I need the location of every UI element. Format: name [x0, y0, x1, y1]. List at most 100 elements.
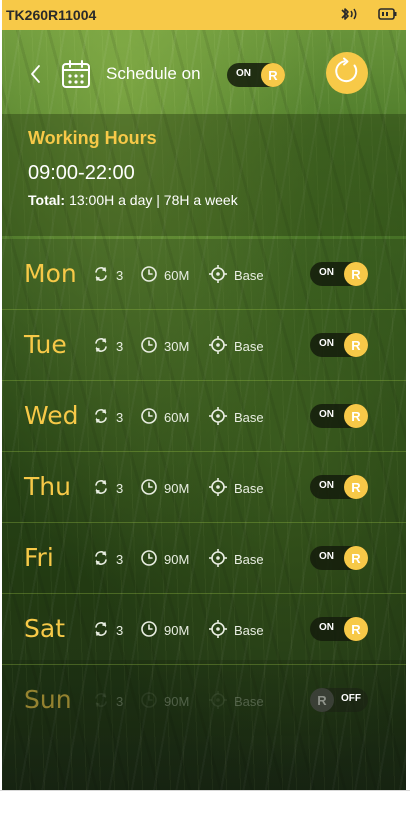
- toggle-knob: R: [344, 333, 368, 357]
- header: Schedule on ON R: [2, 52, 406, 96]
- day-row-thu[interactable]: Thu 3 90M Base ON R: [2, 452, 406, 523]
- repeat-count: 3: [116, 551, 124, 567]
- back-button[interactable]: [24, 60, 46, 88]
- repeat-stat: 3: [92, 620, 123, 640]
- day-toggle[interactable]: ON R: [310, 333, 368, 357]
- day-toggle[interactable]: ON R: [310, 475, 368, 499]
- duration-value: 60M: [164, 409, 190, 425]
- target-icon: [208, 548, 228, 571]
- day-row-wed[interactable]: Wed 3 60M Base ON R: [2, 381, 406, 452]
- duration-stat: 60M: [140, 265, 189, 285]
- repeat-stat: 3: [92, 265, 123, 285]
- repeat-icon: [92, 620, 110, 641]
- day-row-sun[interactable]: Sun 3 90M Base OFF R: [2, 665, 406, 736]
- clock-icon: [140, 336, 158, 357]
- duration-value: 90M: [164, 693, 190, 709]
- day-name: Sun: [24, 685, 72, 714]
- duration-value: 90M: [164, 480, 190, 496]
- day-name: Wed: [24, 401, 79, 430]
- repeat-icon: [92, 265, 110, 286]
- repeat-icon: [92, 336, 110, 357]
- zone-stat: Base: [208, 477, 264, 500]
- schedule-screen: TK260R11004 Schedule on ON R Working Hou…: [2, 0, 406, 790]
- calendar-icon: [60, 58, 92, 95]
- duration-stat: 90M: [140, 620, 189, 640]
- repeat-icon: [92, 407, 110, 428]
- repeat-stat: 3: [92, 478, 123, 498]
- chevron-left-icon: [24, 65, 46, 92]
- status-bar: TK260R11004: [2, 0, 406, 30]
- device-id: TK260R11004: [6, 7, 97, 23]
- duration-stat: 30M: [140, 336, 189, 356]
- toggle-label: ON: [319, 551, 334, 562]
- toggle-label: ON: [319, 480, 334, 491]
- toggle-knob: R: [344, 546, 368, 570]
- repeat-count: 3: [116, 480, 124, 496]
- clock-icon: [140, 691, 158, 712]
- zone-stat: Base: [208, 690, 264, 713]
- target-icon: [208, 690, 228, 713]
- day-toggle[interactable]: ON R: [310, 262, 368, 286]
- day-row-mon[interactable]: Mon 3 60M Base ON R: [2, 239, 406, 310]
- repeat-count: 3: [116, 622, 124, 638]
- repeat-count: 3: [116, 693, 124, 709]
- repeat-stat: 3: [92, 691, 123, 711]
- day-toggle[interactable]: ON R: [310, 546, 368, 570]
- day-row-tue[interactable]: Tue 3 30M Base ON R: [2, 310, 406, 381]
- toggle-knob: R: [344, 475, 368, 499]
- repeat-count: 3: [116, 409, 124, 425]
- toggle-label: ON: [319, 622, 334, 633]
- repeat-stat: 3: [92, 336, 123, 356]
- repeat-count: 3: [116, 267, 124, 283]
- bluetooth-audio-icon: [338, 6, 360, 25]
- day-name: Sat: [24, 614, 65, 643]
- zone-stat: Base: [208, 548, 264, 571]
- zone-value: Base: [234, 409, 264, 425]
- schedule-toggle[interactable]: ON R: [227, 63, 285, 87]
- repeat-icon: [92, 691, 110, 712]
- divider: [0, 790, 410, 791]
- day-toggle[interactable]: ON R: [310, 404, 368, 428]
- toggle-knob: R: [344, 404, 368, 428]
- refresh-button[interactable]: [326, 52, 368, 94]
- status-icons: [338, 6, 398, 25]
- duration-value: 90M: [164, 622, 190, 638]
- repeat-icon: [92, 549, 110, 570]
- day-schedule-list: Mon 3 60M Base ON R Tue 3 30M Base ON R Wed 3 60M Base O…: [2, 239, 406, 736]
- zone-stat: Base: [208, 406, 264, 427]
- day-name: Tue: [24, 330, 67, 359]
- day-row-fri[interactable]: Fri 3 90M Base ON R: [2, 523, 406, 594]
- clock-icon: [140, 407, 158, 428]
- clock-icon: [140, 549, 158, 570]
- refresh-icon: [332, 56, 362, 91]
- day-toggle[interactable]: OFF R: [310, 688, 368, 712]
- total-value: 13:00H a day | 78H a week: [69, 192, 238, 208]
- duration-stat: 60M: [140, 407, 189, 427]
- target-icon: [208, 477, 228, 500]
- day-row-sat[interactable]: Sat 3 90M Base ON R: [2, 594, 406, 665]
- battery-icon: [378, 7, 398, 24]
- target-icon: [208, 619, 228, 642]
- toggle-label: ON: [319, 338, 334, 349]
- day-toggle[interactable]: ON R: [310, 617, 368, 641]
- repeat-count: 3: [116, 338, 124, 354]
- zone-stat: Base: [208, 264, 264, 285]
- zone-value: Base: [234, 480, 264, 496]
- toggle-knob: R: [261, 63, 285, 87]
- working-hours-panel[interactable]: Working Hours 09:00-22:00 Total: 13:00H a…: [2, 114, 406, 236]
- repeat-stat: 3: [92, 407, 123, 427]
- zone-value: Base: [234, 693, 264, 709]
- toggle-knob: R: [344, 262, 368, 286]
- clock-icon: [140, 265, 158, 286]
- working-hours-title: Working Hours: [28, 128, 157, 148]
- day-name: Thu: [24, 472, 71, 501]
- working-hours-total: Total: 13:00H a day | 78H a week: [28, 192, 238, 208]
- clock-icon: [140, 478, 158, 499]
- duration-value: 30M: [164, 338, 190, 354]
- repeat-stat: 3: [92, 549, 123, 569]
- zone-value: Base: [234, 551, 264, 567]
- clock-icon: [140, 620, 158, 641]
- duration-value: 60M: [164, 267, 190, 283]
- target-icon: [208, 335, 228, 358]
- day-name: Mon: [24, 259, 77, 288]
